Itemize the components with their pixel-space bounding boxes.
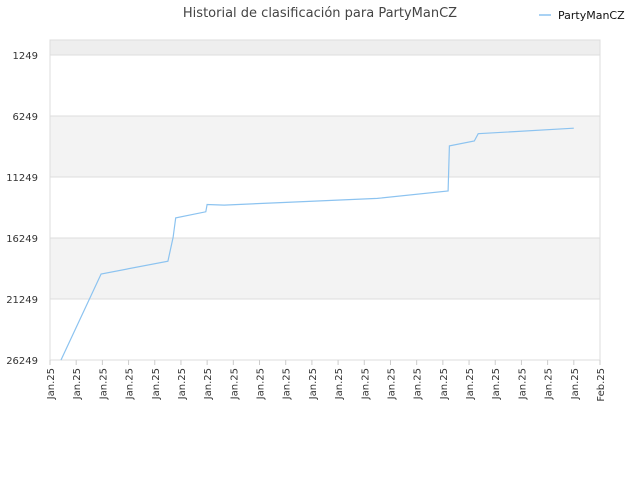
y-tick-label: 26249	[6, 356, 38, 367]
x-tick-label: Jan.25	[360, 368, 371, 400]
x-tick-label: Jan.25	[125, 368, 136, 400]
x-tick-label: Jan.25	[439, 368, 450, 400]
x-tick-label: Feb.25	[596, 368, 607, 402]
x-tick-label: Jan.25	[544, 368, 555, 400]
y-tick-label: 16249	[6, 234, 38, 245]
background-band	[50, 55, 600, 116]
x-tick-label: Jan.25	[465, 368, 476, 400]
x-tick-label: Jan.25	[282, 368, 293, 400]
background-band	[50, 177, 600, 238]
x-tick-label: Jan.25	[229, 368, 240, 400]
x-tick-label: Jan.25	[386, 368, 397, 400]
background-band	[50, 299, 600, 360]
legend: PartyManCZ	[539, 9, 625, 22]
x-tick-label: Jan.25	[46, 368, 57, 400]
y-tick-label: 11249	[6, 173, 38, 184]
legend-label: PartyManCZ	[558, 9, 625, 22]
y-tick-label: 21249	[6, 295, 38, 306]
chart: Historial de clasificación para PartyMan…	[6, 6, 625, 402]
x-tick-label: Jan.25	[177, 368, 188, 400]
x-tick-label: Jan.25	[517, 368, 528, 400]
x-tick-label: Jan.25	[98, 368, 109, 400]
x-tick-label: Jan.25	[308, 368, 319, 400]
x-tick-label: Jan.25	[256, 368, 267, 400]
background-band	[50, 40, 600, 55]
x-tick-label: Jan.25	[334, 368, 345, 400]
chart-title: Historial de clasificación para PartyMan…	[183, 6, 457, 21]
x-axis: Jan.25 Jan.25 Jan.25 Jan.25 Jan.25 Jan.25 Jan.…	[46, 360, 607, 402]
background-band	[50, 116, 600, 177]
y-tick-label: 6249	[13, 112, 38, 123]
x-tick-label: Jan.25	[151, 368, 162, 400]
x-tick-label: Jan.25	[413, 368, 424, 400]
x-tick-label: Jan.25	[203, 368, 214, 400]
x-tick-label: Jan.25	[72, 368, 83, 400]
x-tick-label: Jan.25	[570, 368, 581, 400]
y-axis: 1249 6249 11249 16249 21249 26249	[6, 51, 38, 367]
x-tick-label: Jan.25	[491, 368, 502, 400]
y-tick-label: 1249	[13, 51, 38, 62]
chart-background-bands	[49, 39, 601, 361]
